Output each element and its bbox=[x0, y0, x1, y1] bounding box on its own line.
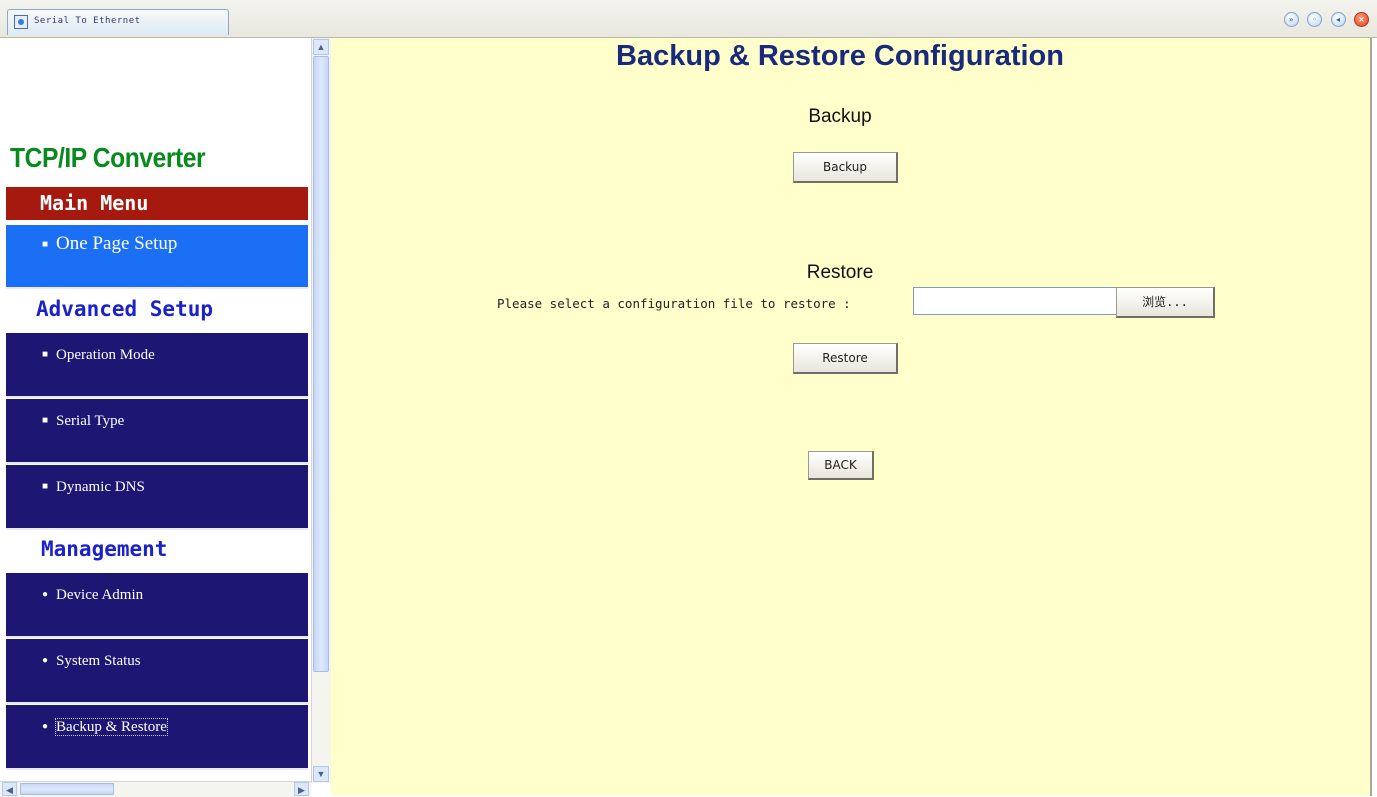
brand-title: TCP/IP Converter bbox=[10, 142, 206, 173]
window-controls: » ◦ ◂ × bbox=[1280, 12, 1369, 28]
bullet-icon: ● bbox=[42, 589, 49, 600]
scroll-thumb[interactable] bbox=[20, 783, 114, 795]
bullet-icon: ■ bbox=[42, 239, 49, 250]
main-menu-header: Main Menu bbox=[6, 187, 308, 220]
sidebar-item-system-status[interactable]: ● System Status bbox=[6, 639, 308, 704]
scroll-left-icon[interactable]: ◀ bbox=[2, 782, 17, 796]
sidebar-item-label: Operation Mode bbox=[56, 347, 155, 363]
back-icon[interactable]: ◂ bbox=[1330, 12, 1346, 27]
restore-file-input[interactable] bbox=[913, 287, 1117, 315]
restore-file-label: Please select a configuration file to re… bbox=[497, 296, 851, 311]
bullet-icon: ■ bbox=[42, 481, 49, 492]
tab-title: Serial To Ethernet bbox=[34, 16, 141, 26]
sidebar-item-label: Device Admin bbox=[56, 587, 144, 603]
advanced-setup-header: Advanced Setup bbox=[6, 293, 308, 326]
bullet-icon: ■ bbox=[42, 349, 49, 360]
sidebar-item-backup-restore[interactable]: ● Backup & Restore bbox=[6, 705, 308, 770]
browser-tab[interactable]: Serial To Ethernet bbox=[7, 9, 229, 35]
management-header: Management bbox=[6, 533, 308, 566]
sidebar-item-label: Backup & Restore bbox=[55, 718, 168, 736]
sidebar-item-label: System Status bbox=[56, 653, 141, 669]
scroll-up-icon[interactable]: ▲ bbox=[313, 39, 329, 55]
page-icon bbox=[14, 15, 28, 29]
sidebar: TCP/IP Converter Main Menu ■ One Page Set… bbox=[0, 38, 310, 796]
backup-heading: Backup bbox=[808, 106, 872, 127]
browse-button[interactable]: 浏览... bbox=[1116, 287, 1215, 318]
sidebar-item-device-admin[interactable]: ● Device Admin bbox=[6, 573, 308, 638]
restore-button[interactable]: Restore bbox=[793, 343, 898, 374]
forward-icon[interactable]: » bbox=[1283, 12, 1299, 27]
sidebar-item-one-page-setup[interactable]: ■ One Page Setup bbox=[6, 225, 308, 289]
back-button[interactable]: BACK bbox=[808, 451, 874, 480]
bullet-icon: ● bbox=[42, 721, 49, 732]
scroll-thumb[interactable] bbox=[313, 56, 329, 672]
browser-tab-bar: Serial To Ethernet » ◦ ◂ × bbox=[0, 0, 1377, 38]
bullet-icon: ■ bbox=[42, 415, 49, 426]
close-icon[interactable]: × bbox=[1354, 12, 1369, 27]
backup-button[interactable]: Backup bbox=[793, 152, 898, 183]
page-title: Backup & Restore Configuration bbox=[616, 40, 1064, 72]
main-content: Backup & Restore Configuration Backup Ba… bbox=[331, 38, 1372, 796]
sidebar-item-operation-mode[interactable]: ■ Operation Mode bbox=[6, 333, 308, 398]
sidebar-vertical-scrollbar[interactable]: ▲ ▼ bbox=[311, 38, 331, 783]
sidebar-item-dynamic-dns[interactable]: ■ Dynamic DNS bbox=[6, 465, 308, 530]
scroll-right-icon[interactable]: ▶ bbox=[294, 782, 309, 796]
sidebar-item-label: One Page Setup bbox=[56, 233, 178, 254]
info-icon[interactable]: ◦ bbox=[1307, 12, 1323, 27]
sidebar-item-label: Dynamic DNS bbox=[56, 479, 145, 495]
sidebar-item-label: Serial Type bbox=[56, 413, 125, 429]
scroll-down-icon[interactable]: ▼ bbox=[313, 766, 329, 782]
sidebar-horizontal-scrollbar[interactable]: ◀ ▶ bbox=[0, 781, 311, 797]
bullet-icon: ● bbox=[42, 655, 49, 666]
sidebar-item-serial-type[interactable]: ■ Serial Type bbox=[6, 399, 308, 464]
restore-heading: Restore bbox=[806, 262, 874, 283]
